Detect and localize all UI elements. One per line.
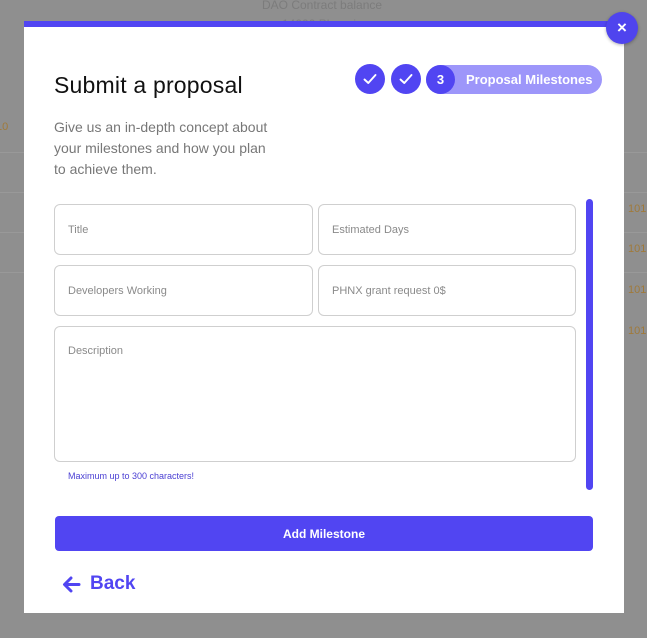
step-3-active: 3 Proposal Milestones [426, 64, 603, 94]
step-2-complete [391, 64, 421, 94]
background-row-value: 101 [628, 325, 647, 337]
add-milestone-button[interactable]: Add Milestone [55, 516, 593, 551]
form-scrollbar[interactable] [586, 199, 593, 490]
check-icon [363, 74, 377, 84]
modal-subtitle: Give us an in-depth concept about your m… [54, 119, 268, 177]
grant-request-input[interactable] [318, 265, 576, 316]
estimated-days-input[interactable] [318, 204, 576, 255]
submit-proposal-modal: Submit a proposal Give us an in-depth co… [24, 21, 624, 613]
step-indicator: 3 Proposal Milestones [355, 64, 603, 94]
background-row-value: 101 [628, 243, 647, 255]
back-label: Back [90, 573, 136, 594]
modal-title: Submit a proposal [54, 72, 243, 98]
character-limit-hint: Maximum up to 300 characters! [68, 471, 195, 481]
step-1-complete [355, 64, 385, 94]
title-input[interactable] [54, 204, 313, 255]
developers-working-input[interactable] [54, 265, 313, 316]
description-textarea[interactable] [54, 326, 576, 462]
background-row-value: 101 [628, 203, 647, 215]
background-left-marker: 10 [0, 121, 9, 133]
close-button[interactable]: × [606, 12, 638, 44]
step-number: 3 [426, 64, 455, 94]
background-balance-label: DAO Contract balance [262, 0, 383, 12]
arrow-left-icon [63, 576, 81, 592]
check-icon [399, 74, 413, 84]
close-icon: × [617, 18, 627, 37]
step-label: Proposal Milestones [466, 71, 593, 87]
background-row-value: 101 [628, 284, 647, 296]
back-button[interactable]: Back [62, 573, 135, 595]
